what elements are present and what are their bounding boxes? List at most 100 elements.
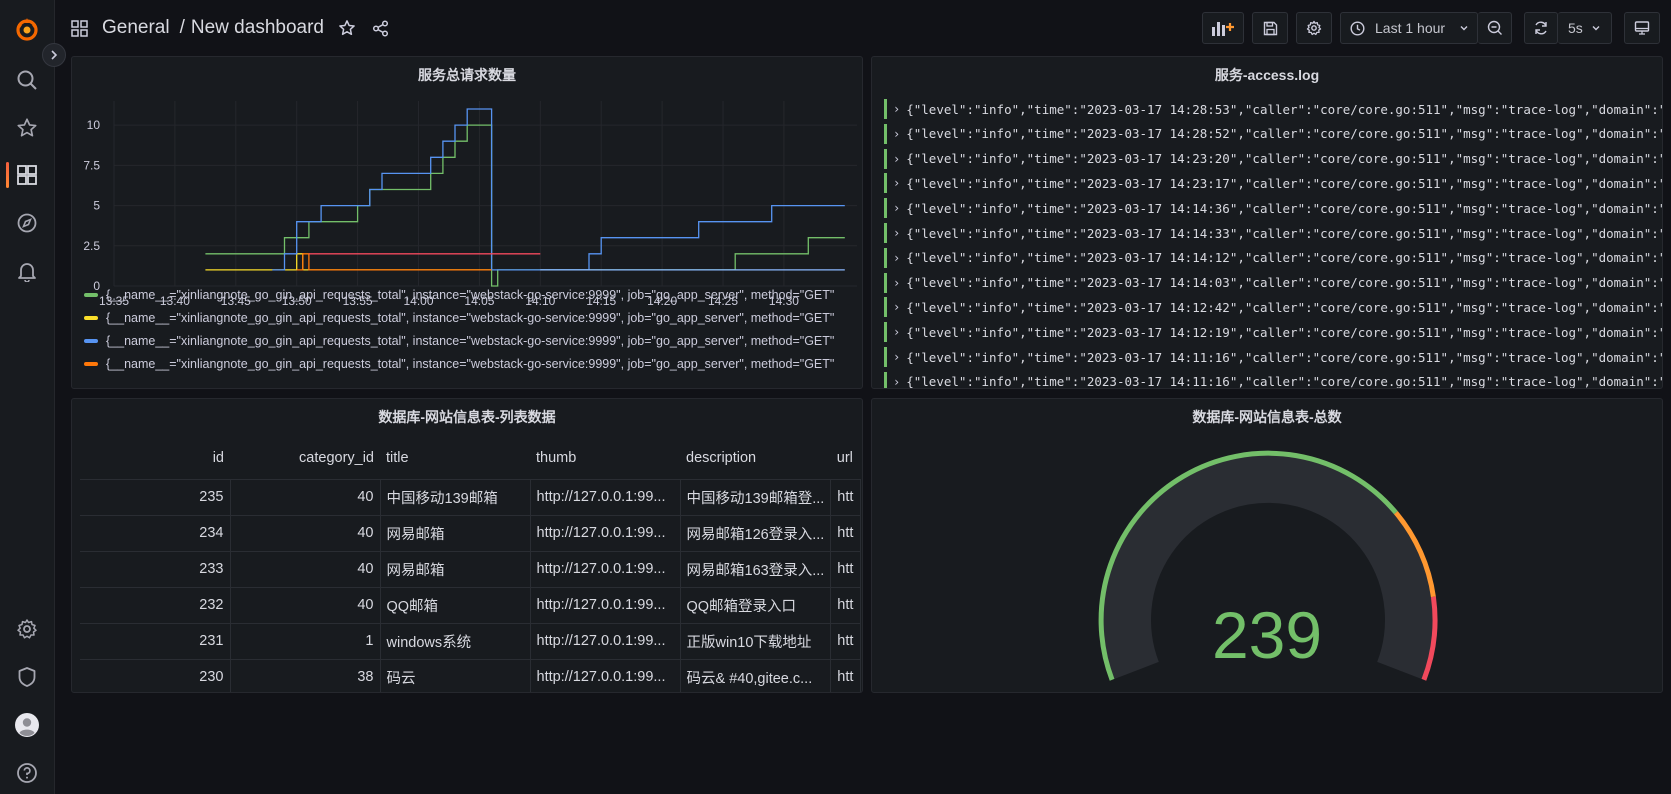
expand-chevron-icon[interactable]: › <box>893 226 900 240</box>
log-row[interactable]: › {"level":"info","time":"2023-03-17 14:2… <box>884 99 1663 119</box>
table-row[interactable]: 230 38 码云 http://127.0.0.1:99... 码云& #40,git… <box>80 659 862 692</box>
expand-chevron-icon[interactable]: › <box>893 102 900 116</box>
log-row[interactable]: › {"level":"info","time":"2023-03-17 14:1… <box>884 272 1662 293</box>
breadcrumb: General / New dashboard <box>102 17 324 39</box>
column-header-category-id[interactable]: category_id <box>230 437 380 480</box>
log-message: {"level":"info","time":"2023-03-17 14:11… <box>906 349 1663 365</box>
expand-chevron-icon[interactable]: › <box>893 325 900 339</box>
expand-chevron-icon[interactable]: › <box>893 176 900 190</box>
breadcrumb-folder[interactable]: General <box>102 17 170 39</box>
breadcrumb-dashboard-title[interactable]: New dashboard <box>191 17 324 39</box>
share-icon[interactable] <box>372 19 389 37</box>
legend-item[interactable]: {__name__="xinliangnote_go_gin_api_reque… <box>84 334 834 348</box>
cell-thumb: http://127.0.0.1:99... <box>530 551 681 588</box>
active-nav-indicator <box>6 162 9 188</box>
time-range-picker[interactable]: Last 1 hour <box>1340 12 1478 44</box>
log-level-indicator <box>884 347 887 367</box>
table-row[interactable]: 233 40 网易邮箱 http://127.0.0.1:99... 网易邮箱163登录… <box>80 551 862 588</box>
cell-title: QQ邮箱 <box>380 587 531 624</box>
cell-category-id: 40 <box>230 551 381 588</box>
dashboards-grid-icon[interactable] <box>71 19 88 37</box>
configuration-gear-icon[interactable] <box>12 614 42 644</box>
expand-chevron-icon[interactable]: › <box>893 201 900 215</box>
expand-chevron-icon[interactable]: › <box>893 127 900 141</box>
panel-title: 服务总请求数量 <box>418 67 516 83</box>
column-header-url[interactable]: url <box>830 437 861 480</box>
log-level-indicator <box>884 223 887 243</box>
log-row[interactable]: › {"level":"info","time":"2023-03-17 14:2… <box>884 173 1662 194</box>
table-row[interactable]: 235 40 中国移动139邮箱 http://127.0.0.1:99... 中国移动… <box>80 479 862 516</box>
legend-item[interactable]: {__name__="xinliangnote_go_gin_api_reque… <box>84 357 834 371</box>
column-header-thumb[interactable]: thumb <box>530 437 680 480</box>
column-header-id[interactable]: id <box>80 437 230 480</box>
log-row[interactable]: › {"level":"info","time":"2023-03-17 14:2… <box>884 123 1662 144</box>
cell-id: 233 <box>80 551 231 588</box>
dashboards-icon[interactable] <box>12 160 42 190</box>
expand-chevron-icon[interactable]: › <box>893 350 900 364</box>
cell-description: QQ邮箱登录入口 <box>680 587 832 624</box>
cycle-view-mode-button[interactable] <box>1624 12 1660 44</box>
table-body: 235 40 中国移动139邮箱 http://127.0.0.1:99... 中国移动… <box>80 479 862 692</box>
user-avatar[interactable] <box>12 710 42 740</box>
save-dashboard-button[interactable] <box>1252 12 1288 44</box>
starred-icon[interactable] <box>12 113 42 143</box>
sidebar-expand-button[interactable] <box>42 43 66 67</box>
y-tick-label: 5 <box>93 199 100 213</box>
log-row[interactable]: › {"level":"info","time":"2023-03-17 14:1… <box>884 247 1663 268</box>
server-admin-shield-icon[interactable] <box>12 662 42 692</box>
log-row[interactable]: › {"level":"info","time":"2023-03-17 14:1… <box>884 347 1663 367</box>
column-header-title[interactable]: title <box>380 437 530 480</box>
website-count-gauge-panel: 数据库-网站信息表-总数 239 <box>871 398 1663 693</box>
log-message: {"level":"info","time":"2023-03-17 14:14… <box>906 225 1663 241</box>
cell-title: 中国移动139邮箱 <box>380 479 531 516</box>
table-row[interactable]: 231 1 windows系统 http://127.0.0.1:99... 正版win… <box>80 623 862 660</box>
expand-chevron-icon[interactable]: › <box>893 251 900 265</box>
log-level-indicator <box>884 99 887 119</box>
add-panel-icon <box>1212 22 1234 36</box>
website-table-panel: 数据库-网站信息表-列表数据 id category_id title thum… <box>71 398 863 693</box>
cell-thumb: http://127.0.0.1:99... <box>530 623 681 660</box>
log-message: {"level":"info","time":"2023-03-17 14:28… <box>906 101 1663 117</box>
legend-color-swatch <box>84 362 98 366</box>
log-row[interactable]: › {"level":"info","time":"2023-03-17 14:1… <box>884 371 1662 388</box>
legend-item[interactable]: {__name__="xinliangnote_go_gin_api_reque… <box>84 288 834 302</box>
panel-title: 数据库-网站信息表-列表数据 <box>378 409 556 425</box>
column-header-description[interactable]: description <box>680 437 831 480</box>
table-row[interactable]: 232 40 QQ邮箱 http://127.0.0.1:99... QQ邮箱登录入口 h… <box>80 587 862 624</box>
grafana-logo-icon[interactable] <box>12 14 42 44</box>
table-row[interactable]: 234 40 网易邮箱 http://127.0.0.1:99... 网易邮箱126登录… <box>80 515 862 552</box>
cell-id: 234 <box>80 515 231 552</box>
explore-compass-icon[interactable] <box>12 208 42 238</box>
refresh-dashboard-button[interactable] <box>1524 12 1558 44</box>
help-icon[interactable] <box>12 758 42 788</box>
cell-url: htt <box>830 623 862 660</box>
star-icon[interactable] <box>338 19 356 37</box>
alerting-bell-icon[interactable] <box>12 256 42 286</box>
cell-title: 码云 <box>380 659 531 692</box>
expand-chevron-icon[interactable]: › <box>893 152 900 166</box>
log-message: {"level":"info","time":"2023-03-17 14:14… <box>906 250 1663 266</box>
expand-chevron-icon[interactable]: › <box>893 375 900 388</box>
log-row[interactable]: › {"level":"info","time":"2023-03-17 14:2… <box>884 148 1662 169</box>
cell-thumb: http://127.0.0.1:99... <box>530 515 681 552</box>
log-level-indicator <box>884 322 887 343</box>
log-row[interactable]: › {"level":"info","time":"2023-03-17 14:1… <box>884 223 1663 243</box>
log-row[interactable]: › {"level":"info","time":"2023-03-17 14:1… <box>884 198 1662 219</box>
expand-chevron-icon[interactable]: › <box>893 276 900 290</box>
add-panel-button[interactable] <box>1202 12 1244 44</box>
zoom-out-button[interactable] <box>1478 12 1512 44</box>
legend-item[interactable]: {__name__="xinliangnote_go_gin_api_reque… <box>84 311 834 325</box>
log-row[interactable]: › {"level":"info","time":"2023-03-17 14:1… <box>884 322 1662 343</box>
search-icon[interactable] <box>12 65 42 95</box>
dashboard-settings-button[interactable] <box>1296 12 1332 44</box>
cell-id: 230 <box>80 659 231 692</box>
log-level-indicator <box>884 272 887 293</box>
series-line <box>296 253 492 271</box>
y-tick-label: 7.5 <box>83 158 100 172</box>
gauge-value: 239 <box>1211 598 1323 672</box>
expand-chevron-icon[interactable]: › <box>893 300 900 314</box>
chevron-down-icon <box>1460 26 1468 31</box>
log-level-indicator <box>884 173 887 194</box>
log-row[interactable]: › {"level":"info","time":"2023-03-17 14:1… <box>884 297 1662 318</box>
refresh-interval-picker[interactable]: 5s <box>1558 12 1612 44</box>
